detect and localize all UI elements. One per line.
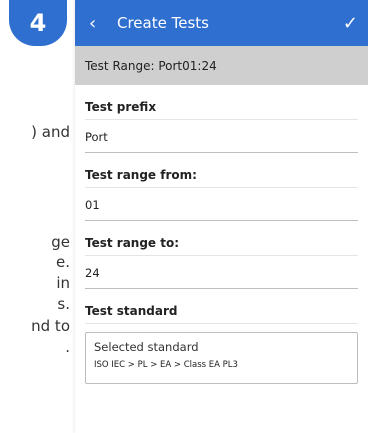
test-standard-label: Test standard [85,299,358,324]
test-prefix-label: Test prefix [85,95,358,120]
test-range-from-label: Test range from: [85,163,358,188]
app-bar: ‹ Create Tests ✓ [75,0,368,46]
test-range-summary: Test Range: Port01:24 [75,46,368,85]
instruction-fragment: ge [51,233,70,251]
instruction-fragment: in [56,274,70,292]
confirm-check-icon[interactable]: ✓ [343,13,358,34]
screen-title: Create Tests [117,14,209,32]
selected-standard-title: Selected standard [94,340,199,354]
instruction-fragment: . [65,338,70,356]
instruction-fragment: s. [57,295,70,313]
step-number: 4 [29,9,47,37]
back-chevron-icon[interactable]: ‹ [89,13,111,34]
instruction-fragment: nd to [31,317,70,335]
step-number-badge: 4 [9,0,67,46]
selected-standard-path: ISO IEC > PL > EA > Class EA PL3 [94,360,238,370]
test-range-to-label: Test range to: [85,231,358,256]
test-range-from-input[interactable]: 01 [85,188,358,221]
test-range-to-input[interactable]: 24 [85,256,358,289]
instruction-fragment: ) and [31,123,70,141]
test-prefix-input[interactable]: Port [85,120,358,153]
instruction-fragment: e. [56,253,70,271]
phone-screen: ‹ Create Tests ✓ Test Range: Port01:24 T… [75,0,368,433]
selected-standard-box[interactable]: Selected standard ISO IEC > PL > EA > Cl… [85,332,358,384]
create-tests-form: Test prefix Port Test range from: 01 Tes… [75,95,368,384]
